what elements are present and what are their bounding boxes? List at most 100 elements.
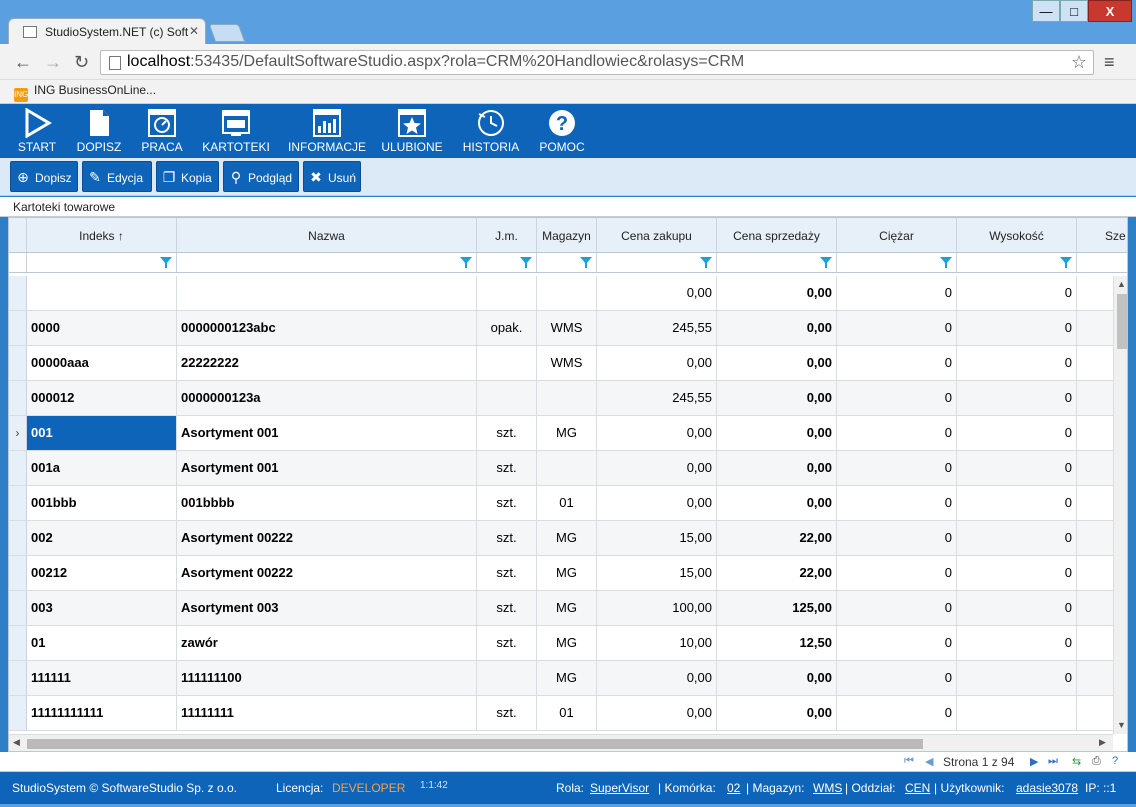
cell-cena-sprzedazy[interactable]: 125,00 <box>717 591 837 625</box>
cell-magazyn[interactable]: MG <box>537 521 597 555</box>
table-row[interactable]: 00212 Asortyment 00222 szt. MG 15,00 22,00 0 0 <box>9 556 1113 591</box>
cell-magazyn[interactable] <box>537 451 597 485</box>
cell-magazyn[interactable]: MG <box>537 556 597 590</box>
cell-ciezar[interactable]: 0 <box>837 416 957 450</box>
cell-jm[interactable]: szt. <box>477 521 537 555</box>
table-row[interactable]: › 001 Asortyment 001 szt. MG 0,00 0,00 0 0 <box>9 416 1113 451</box>
cell-szerokosc[interactable] <box>1077 381 1113 415</box>
table-row[interactable]: 00000aaa 22222222 WMS 0,00 0,00 0 0 <box>9 346 1113 381</box>
cell-cena-sprzedazy[interactable]: 0,00 <box>717 276 837 310</box>
cell-jm[interactable] <box>477 381 537 415</box>
scroll-left-icon[interactable]: ◀ <box>13 737 20 748</box>
cell-nazwa[interactable]: 001bbbb <box>177 486 477 520</box>
rola-link[interactable]: SuperVisor <box>590 781 649 795</box>
cell-ciezar[interactable]: 0 <box>837 556 957 590</box>
cell-cena-zakupu[interactable]: 10,00 <box>597 626 717 660</box>
tab-close-icon[interactable]: ✕ <box>189 24 199 38</box>
filter-funnel-icon[interactable] <box>820 257 832 268</box>
cell-wysokosc[interactable]: 0 <box>957 521 1077 555</box>
cell-szerokosc[interactable] <box>1077 311 1113 345</box>
cell-indeks[interactable]: 01 <box>27 626 177 660</box>
cell-cena-sprzedazy[interactable]: 0,00 <box>717 416 837 450</box>
vertical-scroll-thumb[interactable] <box>1117 294 1127 349</box>
horizontal-scroll-thumb[interactable] <box>27 739 923 749</box>
row-indicator[interactable] <box>9 556 27 590</box>
filter-funnel-icon[interactable] <box>580 257 592 268</box>
cell-szerokosc[interactable] <box>1077 346 1113 380</box>
table-row[interactable]: 000012 0000000123a 245,55 0,00 0 0 <box>9 381 1113 416</box>
cell-ciezar[interactable]: 0 <box>837 311 957 345</box>
vertical-scrollbar[interactable]: ▲ ▼ <box>1113 276 1127 734</box>
cell-ciezar[interactable]: 0 <box>837 346 957 380</box>
horizontal-scrollbar[interactable]: ◀ ▶ <box>9 734 1113 751</box>
filter-funnel-icon[interactable] <box>520 257 532 268</box>
nav-start[interactable]: START <box>12 107 62 154</box>
magazyn-link[interactable]: WMS <box>813 781 842 795</box>
forward-arrow-icon[interactable]: → <box>44 52 62 73</box>
cell-jm[interactable]: szt. <box>477 486 537 520</box>
cell-wysokosc[interactable]: 0 <box>957 486 1077 520</box>
row-indicator[interactable] <box>9 591 27 625</box>
cell-cena-sprzedazy[interactable]: 0,00 <box>717 451 837 485</box>
cell-jm[interactable]: opak. <box>477 311 537 345</box>
row-indicator[interactable] <box>9 276 27 310</box>
cell-jm[interactable] <box>477 661 537 695</box>
filter-ciezar[interactable] <box>837 253 957 272</box>
row-indicator[interactable] <box>9 696 27 730</box>
cell-szerokosc[interactable] <box>1077 626 1113 660</box>
cell-cena-zakupu[interactable]: 0,00 <box>597 451 717 485</box>
cell-cena-zakupu[interactable]: 0,00 <box>597 346 717 380</box>
next-page-icon[interactable]: ▶ <box>1030 755 1038 768</box>
col-indeks[interactable]: Indeks ↑ <box>27 218 177 252</box>
cell-wysokosc[interactable]: 0 <box>957 591 1077 625</box>
scroll-right-icon[interactable]: ▶ <box>1099 737 1106 748</box>
cell-indeks[interactable]: 003 <box>27 591 177 625</box>
cell-magazyn[interactable]: MG <box>537 591 597 625</box>
cell-cena-sprzedazy[interactable]: 0,00 <box>717 661 837 695</box>
col-jm[interactable]: J.m. <box>477 218 537 252</box>
cell-magazyn[interactable]: WMS <box>537 311 597 345</box>
kopia-button[interactable]: ❐ Kopia <box>156 161 219 192</box>
cell-ciezar[interactable]: 0 <box>837 451 957 485</box>
nav-kartoteki[interactable]: KARTOTEKI <box>198 108 274 154</box>
cell-wysokosc[interactable]: 0 <box>957 381 1077 415</box>
cell-cena-zakupu[interactable]: 15,00 <box>597 521 717 555</box>
col-ciezar[interactable]: Ciężar <box>837 218 957 252</box>
cell-cena-zakupu[interactable]: 100,00 <box>597 591 717 625</box>
cell-cena-zakupu[interactable]: 245,55 <box>597 311 717 345</box>
filter-cena-sprzedazy[interactable] <box>717 253 837 272</box>
row-indicator[interactable] <box>9 661 27 695</box>
table-row[interactable]: 001bbb 001bbbb szt. 01 0,00 0,00 0 0 <box>9 486 1113 521</box>
oddzial-link[interactable]: CEN <box>905 781 930 795</box>
row-indicator[interactable] <box>9 626 27 660</box>
filter-jm[interactable] <box>477 253 537 272</box>
cell-nazwa[interactable]: Asortyment 001 <box>177 416 477 450</box>
cell-nazwa[interactable] <box>177 276 477 310</box>
nav-praca[interactable]: PRACA <box>138 108 186 154</box>
col-magazyn[interactable]: Magazyn <box>537 218 597 252</box>
filter-wysokosc[interactable] <box>957 253 1077 272</box>
last-page-icon[interactable]: ⏭ <box>1048 755 1058 768</box>
komorka-link[interactable]: 02 <box>727 781 740 795</box>
cell-szerokosc[interactable] <box>1077 486 1113 520</box>
table-row[interactable]: 11111111111 11111111 szt. 01 0,00 0,00 0 <box>9 696 1113 731</box>
cell-szerokosc[interactable] <box>1077 451 1113 485</box>
cell-szerokosc[interactable] <box>1077 416 1113 450</box>
cell-szerokosc[interactable] <box>1077 556 1113 590</box>
cell-cena-sprzedazy[interactable]: 0,00 <box>717 346 837 380</box>
cell-wysokosc[interactable]: 0 <box>957 661 1077 695</box>
cell-jm[interactable] <box>477 276 537 310</box>
table-row[interactable]: 003 Asortyment 003 szt. MG 100,00 125,00 0 0 <box>9 591 1113 626</box>
filter-funnel-icon[interactable] <box>700 257 712 268</box>
uzytkownik-link[interactable]: adasie3078 <box>1016 781 1078 795</box>
filter-szerokosc[interactable] <box>1077 253 1127 272</box>
cell-cena-zakupu[interactable]: 245,55 <box>597 381 717 415</box>
cell-ciezar[interactable]: 0 <box>837 626 957 660</box>
cell-cena-zakupu[interactable]: 0,00 <box>597 416 717 450</box>
cell-cena-zakupu[interactable]: 0,00 <box>597 661 717 695</box>
filter-indeks[interactable] <box>27 253 177 272</box>
cell-cena-sprzedazy[interactable]: 0,00 <box>717 381 837 415</box>
close-window-button[interactable]: X <box>1088 0 1132 22</box>
cell-wysokosc[interactable] <box>957 696 1077 730</box>
nav-historia[interactable]: HISTORIA <box>458 108 524 154</box>
